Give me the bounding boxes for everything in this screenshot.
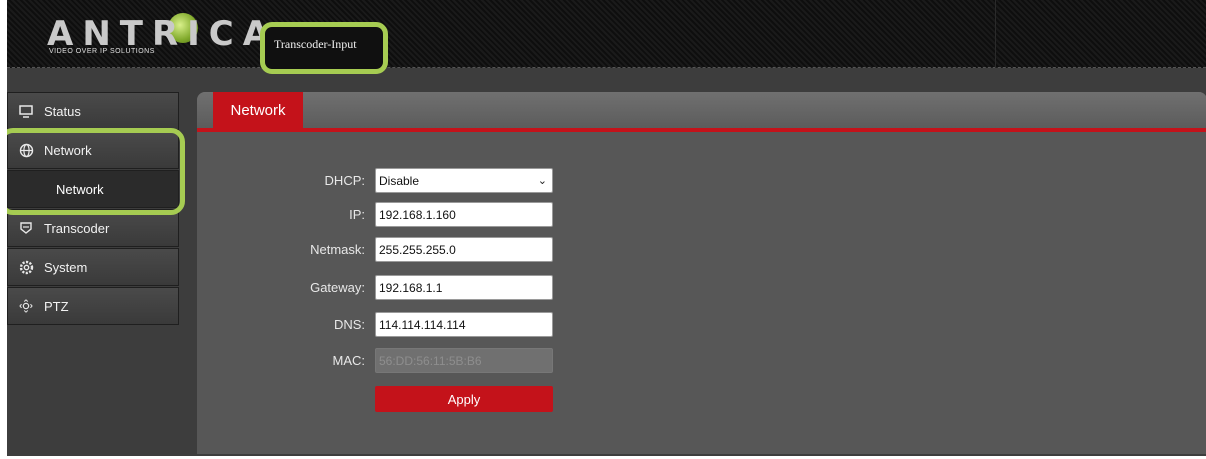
dhcp-label: DHCP: bbox=[324, 173, 365, 188]
mac-row: MAC: 56:DD:56:11:5B:B6 bbox=[197, 348, 797, 374]
transcoder-icon bbox=[18, 220, 34, 236]
sidebar-item-transcoder[interactable]: Transcoder bbox=[7, 209, 179, 247]
sidebar-item-label: Status bbox=[44, 103, 81, 119]
gateway-label: Gateway: bbox=[310, 280, 365, 295]
header-bar: ANTRICA VIDEO OVER IP SOLUTIONS Transcod… bbox=[7, 0, 1206, 74]
gateway-row: Gateway: 192.168.1.1 bbox=[197, 275, 797, 301]
sidebar-item-system[interactable]: System bbox=[7, 248, 179, 286]
app-window: ANTRICA VIDEO OVER IP SOLUTIONS Transcod… bbox=[7, 0, 1206, 456]
logo-tagline: VIDEO OVER IP SOLUTIONS bbox=[49, 48, 155, 55]
dhcp-row: DHCP: Disable ⌄ bbox=[197, 168, 797, 194]
sidebar-item-status[interactable]: Status bbox=[7, 92, 179, 130]
apply-button[interactable]: Apply bbox=[375, 386, 553, 412]
sidebar-item-label: Network bbox=[44, 142, 92, 158]
ptz-icon bbox=[18, 298, 34, 314]
sidebar-item-label: Transcoder bbox=[44, 220, 110, 236]
sidebar-item-ptz[interactable]: PTZ bbox=[7, 287, 179, 325]
header-right-area bbox=[995, 0, 1206, 68]
netmask-input[interactable]: 255.255.255.0 bbox=[375, 237, 553, 262]
dns-row: DNS: 114.114.114.114 bbox=[197, 312, 797, 338]
network-panel: Network DHCP: Disable ⌄ IP: 192.168.1.16… bbox=[197, 92, 1206, 454]
ip-label: IP: bbox=[349, 207, 365, 222]
globe-icon bbox=[18, 142, 34, 158]
sidebar-item-label: System bbox=[44, 259, 88, 275]
ip-row: IP: 192.168.1.160 bbox=[197, 202, 797, 228]
dhcp-value: Disable bbox=[379, 174, 420, 188]
mac-input: 56:DD:56:11:5B:B6 bbox=[375, 348, 553, 373]
sidebar-item-network[interactable]: Network bbox=[7, 131, 179, 169]
sidebar: Status Network Network Transcoder System bbox=[7, 92, 179, 326]
sidebar-item-label: PTZ bbox=[44, 298, 69, 314]
mac-label: MAC: bbox=[332, 353, 366, 368]
gear-icon bbox=[18, 259, 34, 275]
antrica-logo: ANTRICA VIDEO OVER IP SOLUTIONS bbox=[47, 13, 269, 58]
sidebar-subitem-label: Network bbox=[56, 181, 104, 197]
monitor-icon bbox=[18, 103, 34, 119]
dhcp-select[interactable]: Disable ⌄ bbox=[375, 168, 553, 193]
gateway-input[interactable]: 192.168.1.1 bbox=[375, 275, 553, 300]
netmask-row: Netmask: 255.255.255.0 bbox=[197, 237, 797, 263]
netmask-label: Netmask: bbox=[310, 242, 365, 257]
dns-input[interactable]: 114.114.114.114 bbox=[375, 312, 553, 337]
ip-input[interactable]: 192.168.1.160 bbox=[375, 202, 553, 227]
dns-label: DNS: bbox=[333, 317, 365, 332]
tab-network[interactable]: Network bbox=[213, 92, 303, 128]
device-name: Transcoder-Input bbox=[274, 37, 357, 51]
sidebar-subitem-network[interactable]: Network bbox=[7, 170, 179, 208]
tab-bar: Network bbox=[197, 92, 1206, 132]
chevron-down-icon: ⌄ bbox=[537, 175, 547, 187]
